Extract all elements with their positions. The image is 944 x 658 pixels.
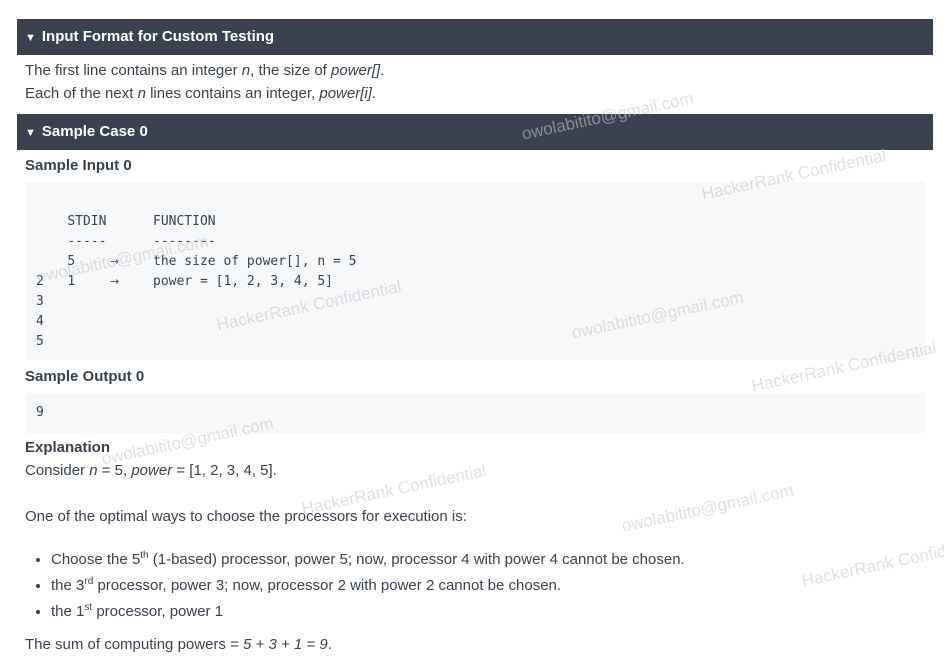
list-item: the 3rd processor, power 3; now, process… (51, 566, 685, 594)
explanation-bullet-list: Choose the 5th (1-based) processor, powe… (25, 540, 685, 620)
sample-case-header[interactable]: ▼ Sample Case 0 (17, 114, 933, 150)
explanation-title: Explanation (25, 439, 111, 456)
sample-input-code-block: STDIN FUNCTION ----- -------- 5 → the size o… (25, 182, 925, 360)
consider-line: Consider n = 5, power = [1, 2, 3, 4, 5]. (25, 462, 277, 479)
sum-line: The sum of computing powers = 5 + 3 + 1 … (25, 636, 332, 653)
list-item: Choose the 5th (1-based) processor, powe… (51, 540, 685, 568)
code-row: 5 (36, 334, 44, 349)
code-row: 2 (36, 274, 44, 289)
input-format-line-2: Each of the next n lines contains an int… (25, 85, 377, 102)
input-format-line-1: The first line contains an integer n, th… (25, 62, 385, 79)
code-row: 1 → power = [1, 2, 3, 4, 5] (36, 252, 333, 289)
arrow-right-icon: → (110, 255, 120, 268)
collapse-triangle-icon: ▼ (25, 32, 36, 44)
code-row: 5 → the size of power[], n = 5 (36, 232, 356, 269)
code-row: 3 (36, 294, 44, 309)
code-row: 4 (36, 314, 44, 329)
code-rule-row: ----- -------- (67, 234, 216, 249)
collapse-triangle-icon: ▼ (25, 127, 36, 139)
list-item: the 1st processor, power 1 (51, 592, 685, 620)
input-format-header[interactable]: ▼ Input Format for Custom Testing (17, 19, 933, 55)
sample-output-title: Sample Output 0 (25, 368, 145, 385)
watermark-email: owolabitito@gmail.com (620, 480, 796, 536)
watermark-confidential: HackerRank Confidential (800, 532, 944, 591)
code-header-row: STDIN FUNCTION (67, 214, 216, 229)
optimal-way-line: One of the optimal ways to choose the pr… (25, 508, 467, 525)
sample-input-title: Sample Input 0 (25, 157, 132, 174)
sample-output-code-block: 9 (25, 393, 925, 433)
output-value: 9 (36, 405, 44, 420)
arrow-right-icon: → (110, 275, 120, 288)
